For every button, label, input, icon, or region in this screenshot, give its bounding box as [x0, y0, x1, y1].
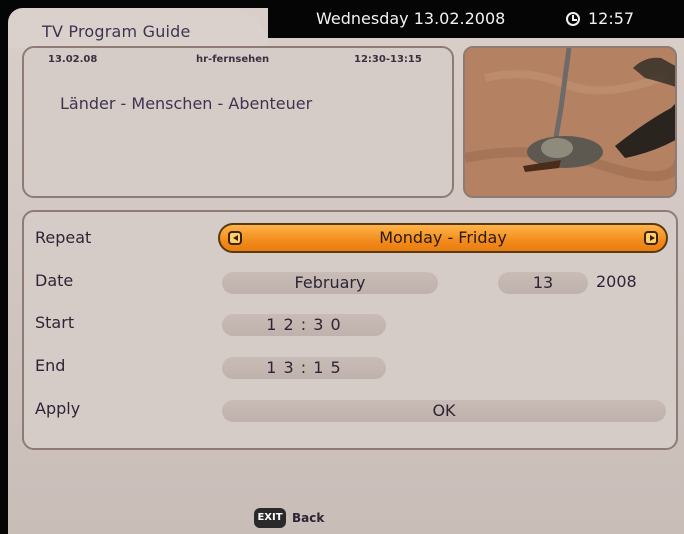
repeat-selector[interactable]: Monday - Friday — [218, 223, 668, 253]
end-label: End — [35, 356, 66, 375]
program-date: 13.02.08 — [48, 54, 98, 65]
program-title: Länder - Menschen - Abenteuer — [60, 94, 313, 113]
program-info-panel — [22, 46, 454, 198]
clock-icon — [566, 12, 580, 26]
arrow-right-icon[interactable] — [644, 231, 658, 245]
repeat-label: Repeat — [35, 228, 92, 247]
page-title: TV Program Guide — [42, 22, 191, 41]
tv-preview-image — [463, 46, 677, 198]
date-label: Date — [35, 271, 74, 290]
arrow-left-icon[interactable] — [228, 231, 242, 245]
day-field[interactable]: 13 — [498, 272, 588, 294]
start-time-field[interactable]: 1 2 : 3 0 — [222, 314, 386, 336]
current-time: 12:57 — [588, 9, 635, 28]
exit-key-icon[interactable]: EXIT — [254, 508, 286, 528]
apply-label: Apply — [35, 399, 81, 418]
repeat-value: Monday - Friday — [379, 228, 507, 247]
start-label: Start — [35, 313, 75, 332]
current-date: Wednesday 13.02.2008 — [316, 9, 506, 28]
program-time-range: 12:30-13:15 — [354, 54, 422, 65]
year-value: 2008 — [596, 272, 637, 291]
program-channel: hr-fernsehen — [196, 54, 270, 65]
month-field[interactable]: February — [222, 272, 438, 294]
preview-scene — [465, 48, 675, 196]
ok-button[interactable]: OK — [222, 400, 666, 422]
end-time-field[interactable]: 1 3 : 1 5 — [222, 357, 386, 379]
back-label: Back — [292, 511, 325, 525]
